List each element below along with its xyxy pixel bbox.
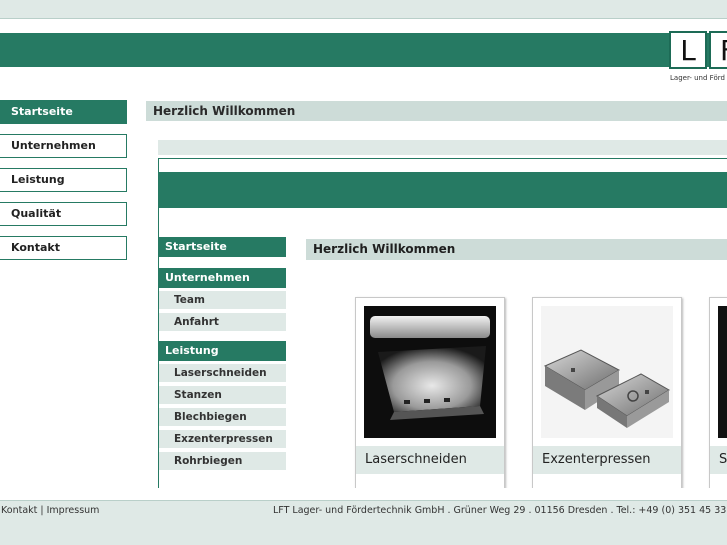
- inner-nav-startseite[interactable]: Startseite: [159, 237, 286, 257]
- inner-header-band: [159, 172, 727, 208]
- page-frame: L F Lager- und Förd Startseite Unternehm…: [0, 18, 727, 501]
- laser-cutter-image: [364, 306, 496, 438]
- logo-letter-f: F: [709, 31, 727, 69]
- nav-item-startseite[interactable]: Startseite: [0, 100, 127, 124]
- footer-separator: |: [37, 505, 47, 516]
- card-caption: Exzenterpressen: [533, 446, 681, 474]
- inner-nav-stanzen[interactable]: Stanzen: [159, 386, 286, 404]
- header-band: [0, 33, 727, 67]
- inner-nav-group-unternehmen: Unternehmen Team Anfahrt: [159, 268, 286, 331]
- nav-item-leistung[interactable]: Leistung: [0, 168, 127, 192]
- service-image: [718, 306, 727, 438]
- inner-nav-unternehmen[interactable]: Unternehmen: [159, 268, 286, 288]
- logo-letter-l: L: [669, 31, 707, 69]
- footer-link-kontakt[interactable]: Kontakt: [1, 505, 37, 516]
- card-caption: Laserschneiden: [356, 446, 504, 474]
- service-card-laserschneiden[interactable]: Laserschneiden: [355, 297, 505, 488]
- footer-links: Kontakt | Impressum: [1, 505, 99, 516]
- page-title: Herzlich Willkommen: [146, 101, 727, 121]
- inner-page-title: Herzlich Willkommen: [306, 239, 727, 260]
- inner-nav-team[interactable]: Team: [159, 291, 286, 309]
- service-card-third[interactable]: S: [709, 297, 727, 488]
- inner-nav: Startseite Unternehmen Team Anfahrt Leis…: [159, 237, 286, 480]
- footer-address: LFT Lager- und Fördertechnik GmbH . Grün…: [273, 505, 727, 516]
- card-caption: S: [710, 446, 727, 474]
- service-card-exzenterpressen[interactable]: Exzenterpressen: [532, 297, 682, 488]
- nav-item-kontakt[interactable]: Kontakt: [0, 236, 127, 260]
- inner-nav-blechbiegen[interactable]: Blechbiegen: [159, 408, 286, 426]
- nav-item-qualitaet[interactable]: Qualität: [0, 202, 127, 226]
- inner-top-strip: [158, 140, 727, 155]
- inner-nav-group-leistung: Leistung Laserschneiden Stanzen Blechbie…: [159, 341, 286, 470]
- inner-nav-rohrbiegen[interactable]: Rohrbiegen: [159, 452, 286, 470]
- inner-nav-anfahrt[interactable]: Anfahrt: [159, 313, 286, 331]
- footer-link-impressum[interactable]: Impressum: [47, 505, 100, 516]
- inner-nav-laserschneiden[interactable]: Laserschneiden: [159, 364, 286, 382]
- main-nav: Startseite Unternehmen Leistung Qualität…: [0, 100, 127, 270]
- inner-nav-leistung[interactable]: Leistung: [159, 341, 286, 361]
- embedded-page: Startseite Unternehmen Team Anfahrt Leis…: [158, 158, 727, 488]
- pressed-parts-image: [541, 306, 673, 438]
- logo-subtitle: Lager- und Förd: [670, 74, 725, 82]
- nav-item-unternehmen[interactable]: Unternehmen: [0, 134, 127, 158]
- inner-nav-exzenterpressen[interactable]: Exzenterpressen: [159, 430, 286, 448]
